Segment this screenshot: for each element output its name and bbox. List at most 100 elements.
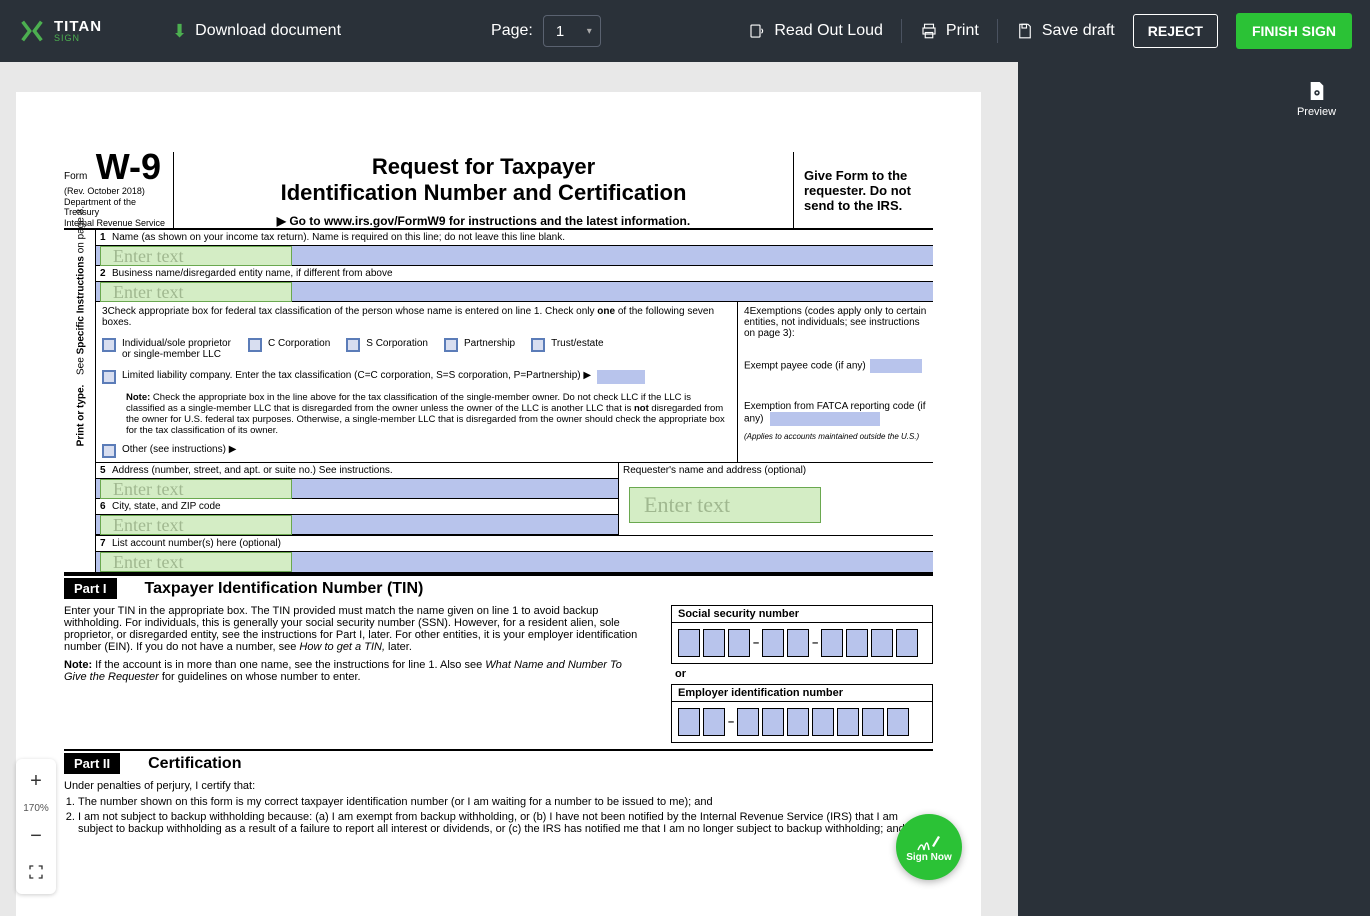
zoom-in-button[interactable]: + [16,763,56,799]
checkbox-partnership[interactable] [444,338,458,352]
line-4: 4Exemptions (codes apply only to certain… [738,302,933,462]
page-select[interactable]: 1 [543,15,601,47]
requester-label: Requester's name and address (optional) [619,463,933,478]
form-header: Form W-9 (Rev. October 2018) Department … [64,152,933,230]
page-selector-section: Page: 1 [491,15,601,47]
logo: TITAN SIGN [18,17,102,45]
cb-p-label: Partnership [464,338,515,349]
line-3: 3Check appropriate box for federal tax c… [96,302,738,462]
part-2-header: Part II Certification [64,749,933,776]
exempt-payee-input[interactable] [870,359,922,373]
print-icon [920,22,938,40]
line-5-label: 5Address (number, street, and apt. or su… [96,463,618,479]
business-name-input[interactable]: Enter text [100,282,292,302]
signature-icon [916,832,942,854]
part-2-body: Under penalties of perjury, I certify th… [64,776,933,835]
line-1-row: Enter text [96,246,933,266]
ein-digit[interactable] [762,708,784,736]
divider [997,19,998,43]
ein-digit[interactable] [887,708,909,736]
ein-digit[interactable] [812,708,834,736]
fatca-code-input[interactable] [770,412,880,426]
ein-digit[interactable] [678,708,700,736]
zoom-percent: 170% [23,799,49,818]
part-1-body: Enter your TIN in the appropriate box. T… [64,601,933,743]
ssn-label: Social security number [672,606,932,623]
divider [901,19,902,43]
form-give: Give Form to the requester. Do not send … [793,152,933,228]
checkbox-s-corp[interactable] [346,338,360,352]
line-2-label: 2Business name/disregarded entity name, … [96,266,933,282]
ssn-digit[interactable] [871,629,893,657]
speaker-icon [748,22,766,40]
ein-box: Employer identification number – [671,684,933,743]
line-5-6-block: 5Address (number, street, and apt. or su… [96,463,933,535]
document-page: Form W-9 (Rev. October 2018) Department … [16,92,981,916]
ein-digit[interactable] [837,708,859,736]
cb-t-label: Trust/estate [551,338,603,349]
finish-sign-button[interactable]: FINISH SIGN [1236,13,1352,49]
ssn-digit[interactable] [678,629,700,657]
logo-title: TITAN [54,19,102,34]
print-button[interactable]: Print [920,22,979,40]
account-number-input[interactable]: Enter text [100,552,292,572]
form-title-line1: Request for Taxpayer [186,154,781,180]
main-area: + 170% − Sign Now Form W-9 (Rev. October… [0,62,1370,916]
requester-input[interactable]: Enter text [629,487,821,523]
llc-class-input[interactable] [597,370,645,384]
form-body: Print or type. See Specific Instructions… [64,230,933,574]
ssn-digit[interactable] [703,629,725,657]
checkbox-individual[interactable] [102,338,116,352]
ssn-digit[interactable] [896,629,918,657]
logo-icon [18,17,46,45]
form-title-line2: Identification Number and Certification [186,180,781,206]
download-icon: ⬇ [172,21,187,42]
zoom-controls: + 170% − [16,759,56,894]
print-label: Print [946,22,979,40]
cb-other-label: Other (see instructions) ▶ [122,444,236,455]
save-draft-button[interactable]: Save draft [1016,22,1115,40]
name-input[interactable]: Enter text [100,246,292,266]
document-viewport[interactable]: + 170% − Sign Now Form W-9 (Rev. October… [0,62,1018,916]
ssn-digit[interactable] [821,629,843,657]
part-1-badge: Part I [64,578,117,599]
ein-digit[interactable] [737,708,759,736]
part-1-header: Part I Taxpayer Identification Number (T… [64,574,933,601]
logo-subtitle: SIGN [54,34,102,43]
side-caption: Print or type. See Specific Instructions… [64,230,96,572]
city-state-zip-input[interactable]: Enter text [100,515,292,535]
sign-now-button[interactable]: Sign Now [896,814,962,880]
ein-digit[interactable] [787,708,809,736]
part-2-item-2: I am not subject to backup withholding b… [78,811,933,835]
form-goto: ▶ Go to www.irs.gov/FormW9 for instructi… [186,214,781,228]
checkbox-c-corp[interactable] [248,338,262,352]
cb-llc-label: Limited liability company. Enter the tax… [122,370,591,381]
part-2-item-1: The number shown on this form is my corr… [78,796,933,808]
page-value: 1 [556,23,564,40]
ssn-digit[interactable] [787,629,809,657]
preview-icon[interactable] [1308,80,1326,102]
ssn-digit[interactable] [728,629,750,657]
ein-digit[interactable] [703,708,725,736]
part-2-intro: Under penalties of perjury, I certify th… [64,780,933,792]
download-button[interactable]: ⬇ Download document [162,15,351,48]
ein-digit[interactable] [862,708,884,736]
download-label: Download document [195,22,341,40]
or-label: or [675,668,933,680]
zoom-out-button[interactable]: − [16,818,56,854]
address-input[interactable]: Enter text [100,479,292,499]
checkbox-trust[interactable] [531,338,545,352]
save-icon [1016,22,1034,40]
right-panel [1018,62,1263,916]
fullscreen-button[interactable] [16,854,56,890]
preview-label: Preview [1297,106,1336,118]
checkbox-llc[interactable] [102,370,116,384]
line-6-label: 6City, state, and ZIP code [96,499,618,515]
read-aloud-button[interactable]: Read Out Loud [748,22,883,40]
ssn-digit[interactable] [846,629,868,657]
cb-s-label: S Corporation [366,338,428,349]
checkbox-other[interactable] [102,444,116,458]
part-1-title: Taxpayer Identification Number (TIN) [145,580,424,598]
ssn-digit[interactable] [762,629,784,657]
reject-button[interactable]: REJECT [1133,14,1218,48]
